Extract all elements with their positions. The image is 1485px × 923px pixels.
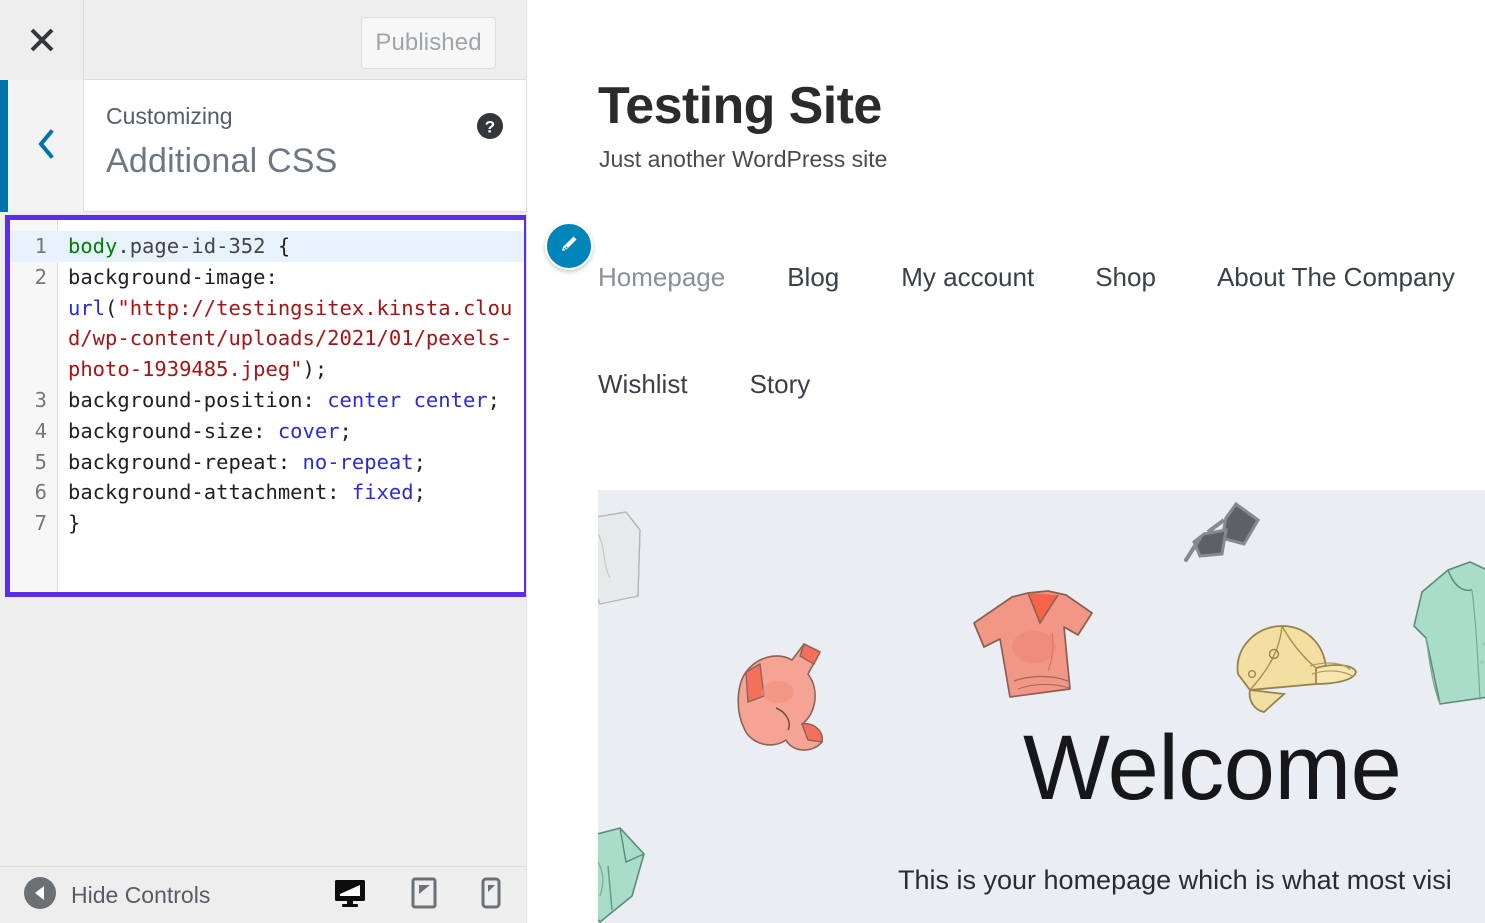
line-content: background-position: center center; [58, 385, 524, 416]
edit-shortcut-button[interactable] [545, 222, 593, 270]
desktop-icon [333, 877, 367, 914]
pencil-icon [557, 232, 581, 261]
code-line[interactable]: 2 background-image: url("http://testingsi… [10, 262, 524, 385]
line-number: 1 [10, 231, 58, 262]
customizer-header: Published [0, 0, 527, 80]
code-line[interactable]: 3 background-position: center center; [10, 385, 524, 416]
customizer-panel: Published Customizing Additional CSS [0, 0, 527, 923]
code-line[interactable]: 1 body.page-id-352 { [10, 231, 524, 262]
publish-button[interactable]: Published [361, 17, 496, 69]
css-value-token: cover [278, 419, 340, 443]
nav-item-my-account[interactable]: My account [901, 262, 1034, 293]
code-line[interactable]: 6 background-attachment: fixed; [10, 477, 524, 508]
hide-controls-label: Hide Controls [71, 882, 210, 909]
line-number: 2 [10, 262, 58, 385]
line-number: 3 [10, 385, 58, 416]
line-content: background-image: url("http://testingsite… [58, 262, 524, 385]
pink-tshirt-illustration [966, 585, 1108, 711]
semicolon-token: ; [488, 388, 500, 412]
device-preview-mobile[interactable] [481, 877, 501, 914]
semicolon-token: ; [414, 450, 426, 474]
grey-sunglasses-illustration [1178, 498, 1270, 570]
device-preview-desktop[interactable] [333, 877, 367, 914]
nav-row-secondary: Wishlist Story [588, 369, 1485, 400]
css-property-token: background-size: [68, 419, 265, 443]
nav-item-story[interactable]: Story [750, 369, 811, 400]
line-content: } [58, 508, 524, 539]
css-property-token: background-position: [68, 388, 315, 412]
css-value-token: fixed [352, 480, 414, 504]
help-icon: ? [477, 126, 503, 143]
line-content: body.page-id-352 { [58, 231, 524, 262]
svg-text:?: ? [485, 118, 495, 137]
css-property-token: background-repeat: [68, 450, 290, 474]
back-button[interactable] [8, 80, 84, 212]
semicolon-token: ; [414, 480, 426, 504]
white-folded-garment-illustration [598, 500, 650, 610]
collapse-arrow-icon [24, 877, 56, 914]
line-number: 4 [10, 416, 58, 447]
line-content: background-repeat: no-repeat; [58, 447, 524, 478]
site-preview: Testing Site Just another WordPress site… [528, 0, 1485, 923]
device-preview-switcher [333, 867, 501, 923]
nav-item-wishlist[interactable]: Wishlist [598, 369, 688, 400]
css-code-editor[interactable]: 1 body.page-id-352 { 2 background-image:… [10, 220, 524, 592]
section-accent-bar [0, 80, 8, 212]
paren-open-token: ( [105, 296, 117, 320]
site-title: Testing Site [598, 76, 882, 136]
customizer-screen: Published Customizing Additional CSS [0, 0, 1485, 923]
code-line[interactable]: 4 background-size: cover; [10, 416, 524, 447]
page-title: Additional CSS [106, 139, 338, 183]
line-number: 5 [10, 447, 58, 478]
site-navigation: Homepage Blog My account Shop About The … [588, 262, 1485, 400]
hero-title: Welcome [1023, 722, 1401, 814]
tablet-icon [411, 877, 437, 914]
hero-section: Welcome This is your homepage which is w… [598, 490, 1485, 923]
site-tagline: Just another WordPress site [599, 146, 887, 173]
customizing-label: Customizing [106, 102, 338, 131]
nav-item-blog[interactable]: Blog [787, 262, 839, 293]
css-function-token: url [68, 296, 105, 320]
css-selector-token: body [68, 234, 117, 258]
hero-subtitle: This is your homepage which is what most… [898, 865, 1452, 896]
code-line[interactable]: 7 } [10, 508, 524, 539]
hide-controls-button[interactable]: Hide Controls [24, 867, 210, 923]
nav-row-primary: Homepage Blog My account Shop About The … [588, 262, 1485, 293]
help-button[interactable]: ? [477, 113, 503, 139]
code-line[interactable]: 5 background-repeat: no-repeat; [10, 447, 524, 478]
nav-item-shop[interactable]: Shop [1095, 262, 1156, 293]
nav-item-homepage[interactable]: Homepage [598, 262, 725, 293]
css-value-token: no-repeat [303, 450, 414, 474]
close-brace-token: } [68, 511, 80, 535]
device-preview-tablet[interactable] [411, 877, 437, 914]
additional-css-editor-highlight: 1 body.page-id-352 { 2 background-image:… [5, 215, 527, 597]
customizer-section-header: Customizing Additional CSS ? [0, 80, 527, 212]
semicolon-token: ; [340, 419, 352, 443]
teal-garment-bottom-left-illustration [598, 826, 696, 923]
mobile-icon [481, 877, 501, 914]
css-property-token: background-attachment: [68, 480, 340, 504]
teal-shirt-right-illustration [1396, 542, 1485, 714]
open-brace-token: { [265, 234, 290, 258]
line-content: background-attachment: fixed; [58, 477, 524, 508]
customizer-footer: Hide Controls [0, 866, 527, 923]
nav-item-about-the-company[interactable]: About The Company [1217, 262, 1455, 293]
pink-crumpled-shirt-illustration [716, 630, 846, 760]
yellow-cap-illustration [1220, 618, 1360, 718]
line-content: background-size: cover; [58, 416, 524, 447]
semicolon-token: ; [315, 357, 327, 381]
close-customizer-button[interactable] [0, 0, 84, 80]
line-number: 7 [10, 508, 58, 539]
line-number: 6 [10, 477, 58, 508]
css-class-token: .page-id-352 [117, 234, 265, 258]
chevron-left-icon [35, 128, 57, 165]
css-url-string-token: "http://testingsitex.kinsta.cloud/wp-con… [68, 296, 512, 382]
section-title-group: Customizing Additional CSS [106, 102, 338, 183]
paren-close-token: ) [303, 357, 315, 381]
css-value-token: center center [327, 388, 487, 412]
code-lines: 1 body.page-id-352 { 2 background-image:… [10, 231, 524, 539]
close-icon [27, 25, 57, 55]
css-property-token: background-image: [68, 265, 278, 289]
